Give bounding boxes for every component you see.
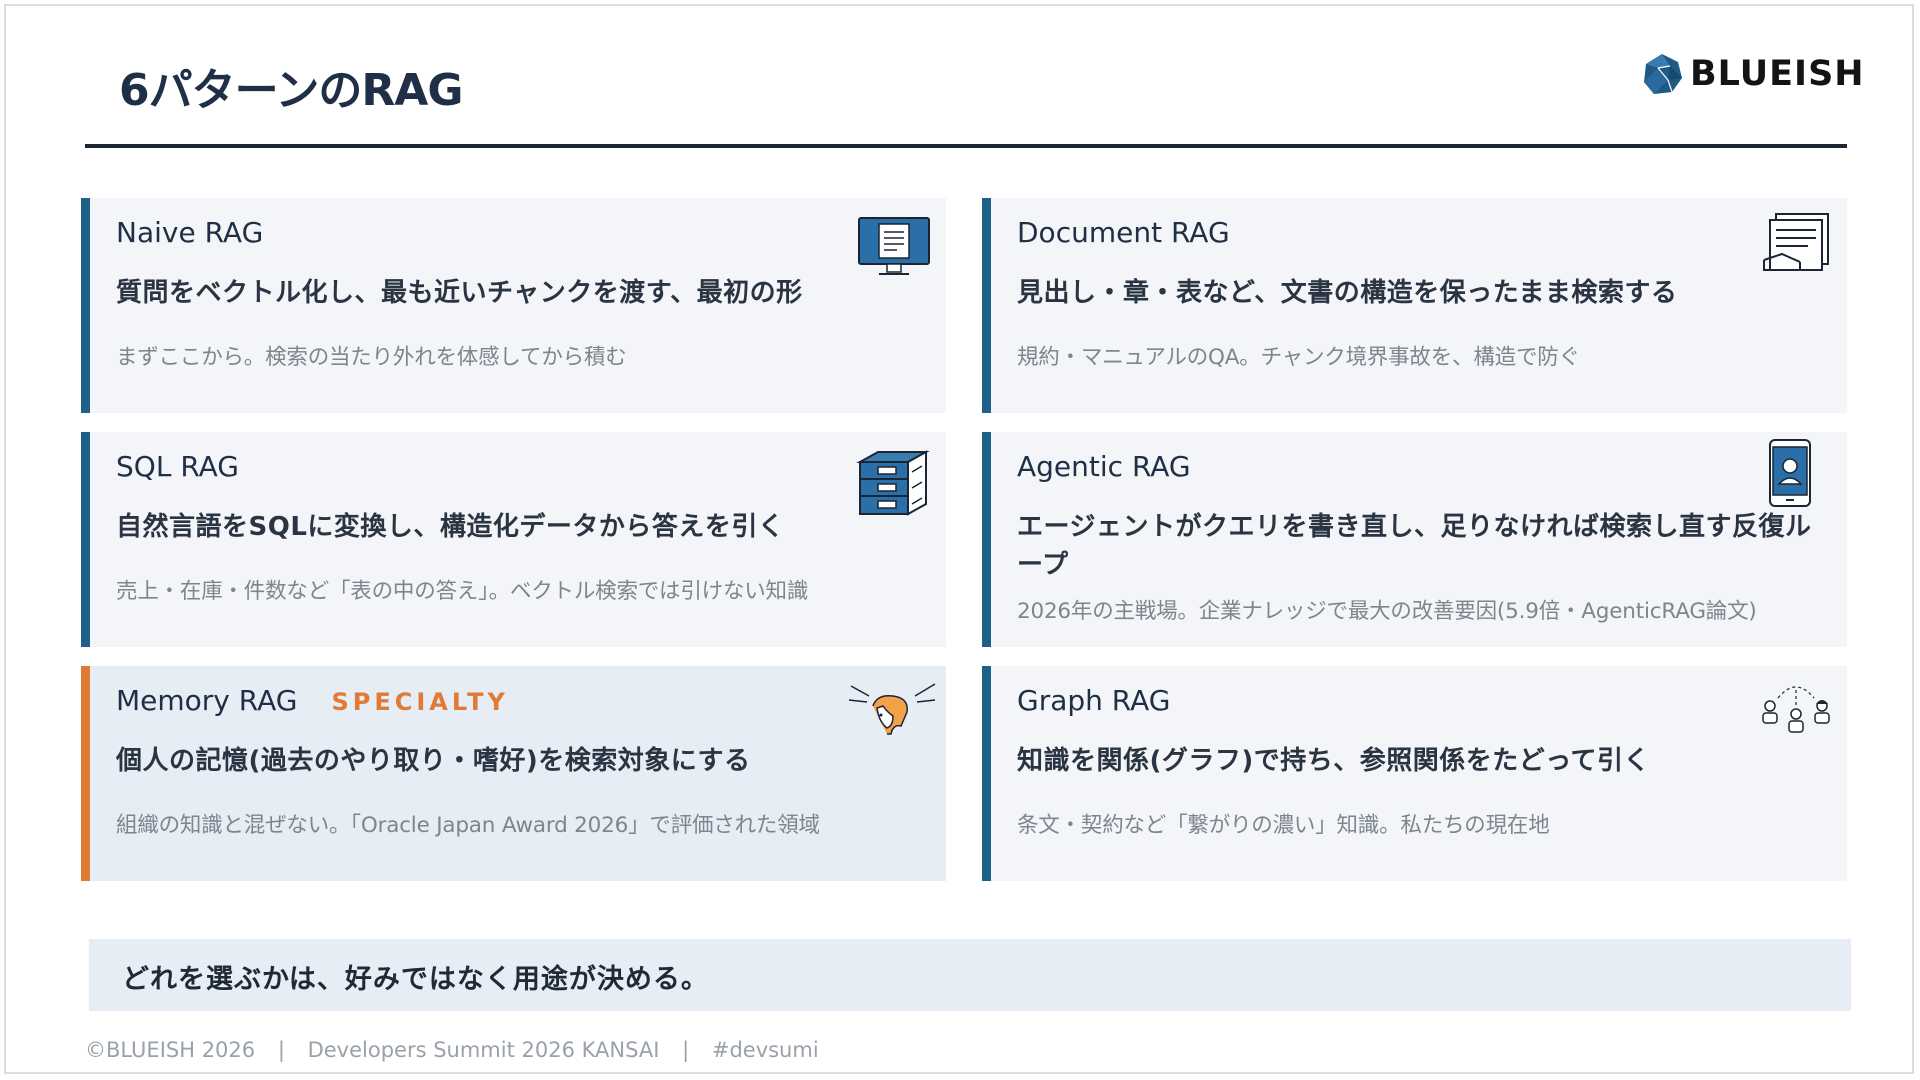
footer: ©BLUEISH 2026 | Developers Summit 2026 K… [85, 1038, 819, 1062]
card-title-text: Memory RAG [116, 684, 298, 717]
card-lead: 質問をベクトル化し、最も近いチャンクを渡す、最初の形 [116, 278, 803, 308]
card-document-rag: Document RAG 見出し・章・表など、文書の構造を保ったまま検索する 規… [982, 198, 1847, 413]
brand-logo: BLUEISH [1640, 52, 1865, 96]
card-accent-bar [81, 198, 90, 413]
slide: 6パターンのRAG BLUEISH Naive RAG 質問をベクトル化し、最も… [4, 4, 1914, 1074]
card-title: Document RAG [1017, 216, 1230, 249]
document-stack-icon [1763, 213, 1829, 271]
logo-text: BLUEISH [1690, 54, 1865, 94]
card-note: まずここから。検索の当たり外れを体感してから積む [116, 345, 627, 370]
footer-copyright: ©BLUEISH 2026 [85, 1038, 256, 1062]
people-network-icon [1762, 686, 1830, 733]
card-title: Agentic RAG [1017, 450, 1191, 483]
blueish-logo-icon [1644, 54, 1682, 94]
card-lead: エージェントがクエリを書き直し、足りなければ検索し直す反復ループ [1017, 512, 1812, 580]
card-title: Graph RAG [1017, 684, 1171, 717]
person-memory-icon [848, 683, 936, 735]
card-lead: 見出し・章・表など、文書の構造を保ったまま検索する [1017, 278, 1678, 308]
smartphone-agent-icon [1769, 439, 1811, 507]
summary-callout: どれを選ぶかは、好みではなく用途が決める。 [89, 939, 1851, 1011]
page-title: 6パターンのRAG [119, 65, 463, 116]
card-accent-bar [982, 198, 991, 413]
card-lead: 知識を関係(グラフ)で持ち、参照関係をたどって引く [1017, 746, 1650, 776]
card-graph-rag: Graph RAG 知識を関係(グラフ)で持ち、参照関係をたどって引く 条文・契… [982, 666, 1847, 881]
card-title: Memory RAG SPECIALTY [116, 684, 509, 717]
card-lead: 自然言語をSQLに変換し、構造化データから答えを引く [116, 512, 785, 542]
footer-separator: | [682, 1038, 690, 1062]
card-note: 組織の知識と混ぜない。「Oracle Japan Award 2026」で評価さ… [116, 813, 820, 838]
card-accent-bar [982, 432, 991, 647]
footer-hashtag: #devsumi [711, 1038, 819, 1062]
header-divider [85, 144, 1847, 148]
database-server-icon [856, 450, 930, 516]
card-note: 規約・マニュアルのQA。チャンク境界事故を、構造で防ぐ [1017, 345, 1580, 370]
card-memory-rag: Memory RAG SPECIALTY 個人の記憶(過去のやり取り・嗜好)を検… [81, 666, 946, 881]
card-note: 条文・契約など「繋がりの濃い」知識。私たちの現在地 [1017, 813, 1550, 838]
summary-text: どれを選ぶかは、好みではなく用途が決める。 [122, 964, 709, 995]
card-note: 売上・在庫・件数など「表の中の答え」。ベクトル検索では引けない知識 [116, 579, 809, 604]
card-accent-bar [982, 666, 991, 881]
card-accent-bar [81, 432, 90, 647]
card-title: SQL RAG [116, 450, 239, 483]
footer-separator: | [277, 1038, 285, 1062]
card-naive-rag: Naive RAG 質問をベクトル化し、最も近いチャンクを渡す、最初の形 まずこ… [81, 198, 946, 413]
card-agentic-rag: Agentic RAG エージェントがクエリを書き直し、足りなければ検索し直す反… [982, 432, 1847, 647]
card-lead: 個人の記憶(過去のやり取り・嗜好)を検索対象にする [116, 746, 751, 776]
card-note: 2026年の主戦場。企業ナレッジで最大の改善要因(5.9倍・AgenticRAG… [1017, 599, 1757, 624]
card-sql-rag: SQL RAG 自然言語をSQLに変換し、構造化データから答えを引く 売上・在庫… [81, 432, 946, 647]
footer-event: Developers Summit 2026 KANSAI [307, 1038, 660, 1062]
specialty-tag: SPECIALTY [331, 688, 509, 716]
card-accent-bar [81, 666, 90, 881]
monitor-document-icon [858, 217, 930, 275]
card-title: Naive RAG [116, 216, 264, 249]
